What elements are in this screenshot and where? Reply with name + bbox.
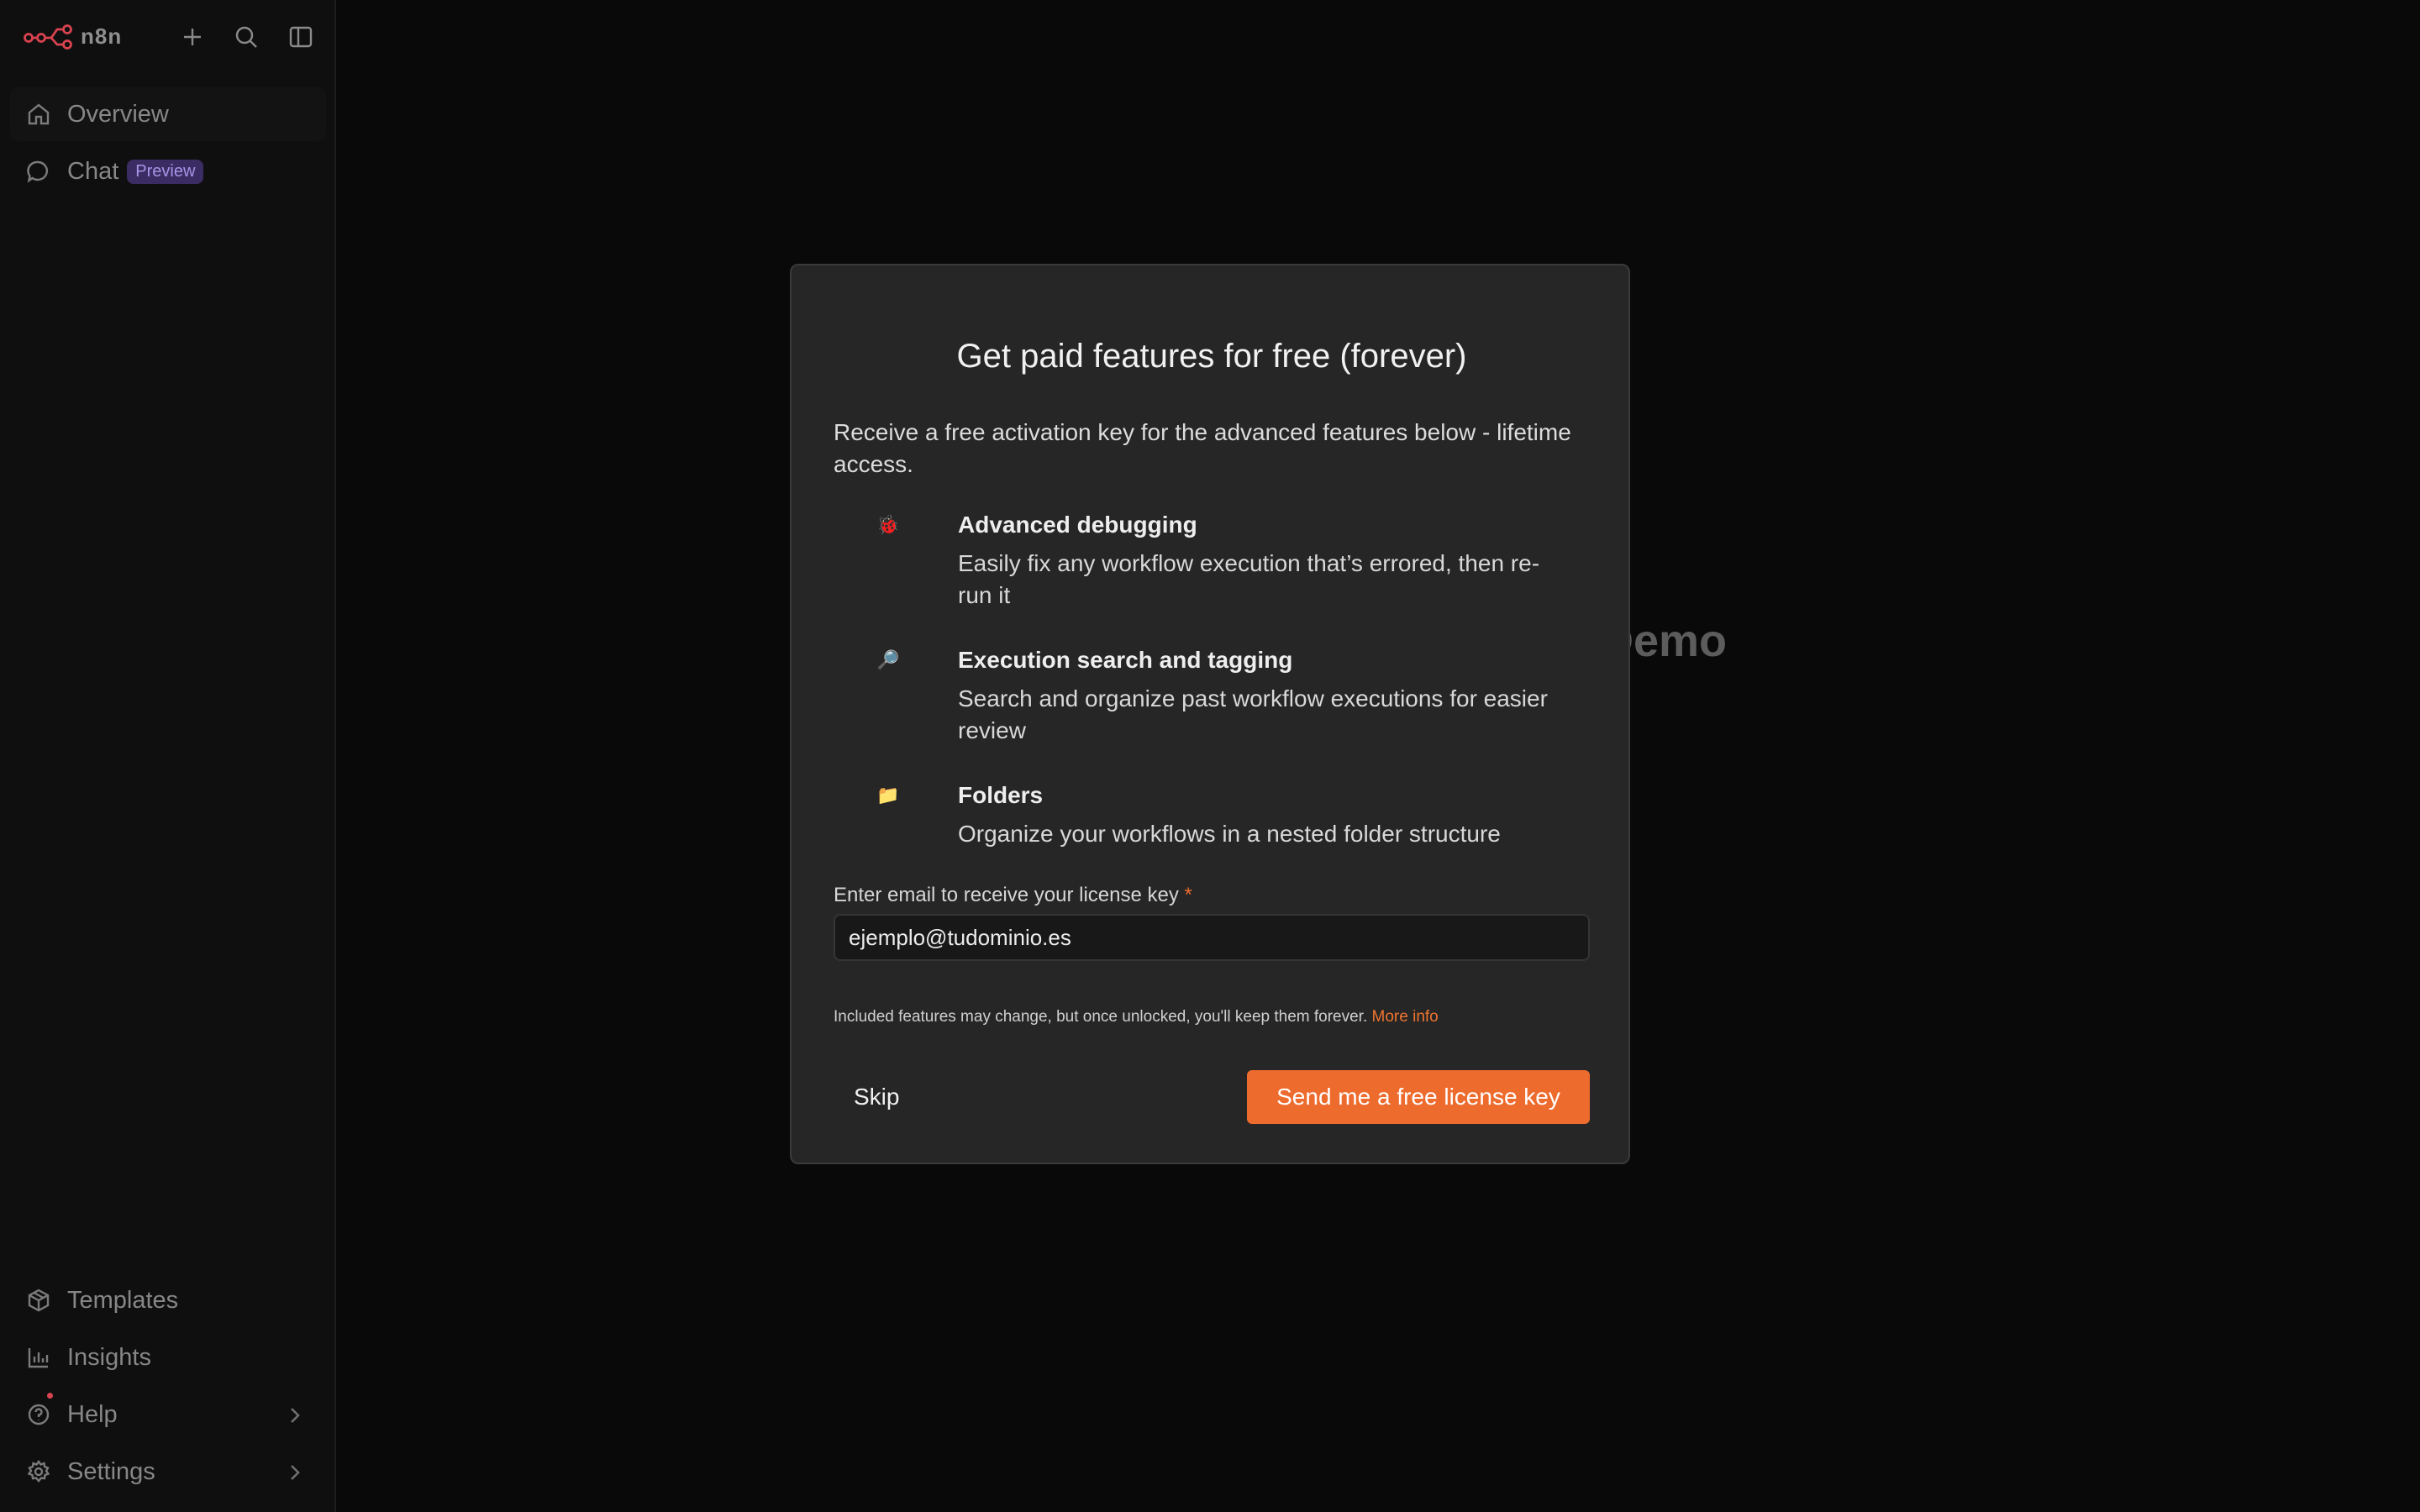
toggle-sidebar-button[interactable]: [284, 20, 318, 54]
feature-title: Folders: [958, 782, 1044, 808]
chevron-right-icon: [286, 1462, 304, 1489]
insights-icon: [24, 1342, 54, 1373]
email-label-text: Enter email to receive your license key: [834, 884, 1179, 906]
sidebar-item-insights[interactable]: Insights: [10, 1331, 326, 1384]
footnote-text: Included features may change, but once u…: [834, 1008, 1368, 1026]
required-marker: *: [1184, 884, 1192, 906]
feature-description: Organize your workflows in a nested fold…: [958, 821, 1501, 847]
chevron-right-icon: [286, 1404, 304, 1432]
help-icon: [24, 1399, 54, 1430]
ladybug-icon: 🐞: [876, 514, 900, 535]
feature-title: Execution search and tagging: [958, 647, 1293, 673]
email-field[interactable]: [834, 914, 1590, 961]
feature-title: Advanced debugging: [958, 512, 1197, 538]
modal-intro: Receive a free activation key for the ad…: [834, 419, 1571, 477]
magnifier-icon: 🔎: [876, 649, 900, 670]
sidebar-header: n8n: [0, 0, 336, 74]
sidebar-item-templates[interactable]: Templates: [10, 1273, 326, 1327]
more-info-link[interactable]: More info: [1372, 1008, 1439, 1026]
sidebar-item-overview[interactable]: Overview: [10, 87, 326, 141]
create-button[interactable]: [176, 20, 209, 54]
search-icon: [235, 26, 257, 48]
app-name: n8n: [81, 24, 123, 49]
footnote: Included features may change, but once u…: [834, 1008, 1439, 1026]
feature-description: Easily fix any workflow execution that’s…: [958, 550, 1540, 608]
templates-icon: [24, 1285, 54, 1315]
folder-icon: 📁: [876, 785, 900, 806]
sidebar-item-settings[interactable]: Settings: [10, 1445, 326, 1499]
preview-badge: Preview: [127, 159, 204, 184]
modal-title: Get paid features for free (forever): [956, 338, 1467, 375]
feature-description: Search and organize past workflow execut…: [958, 685, 1548, 743]
notification-dot: [47, 1393, 53, 1399]
send-license-key-button[interactable]: Send me a free license key: [1247, 1070, 1590, 1124]
sidebar-item-chat[interactable]: Chat Preview: [10, 144, 326, 198]
settings-icon: [24, 1457, 54, 1487]
sidebar-item-label: Help: [67, 1400, 118, 1428]
home-icon: [24, 99, 54, 129]
skip-button[interactable]: Skip: [834, 1070, 919, 1124]
sidebar: n8n Overview Chat Preview Templates Insi…: [0, 0, 336, 1512]
license-key-modal: Get paid features for free (forever) Rec…: [790, 264, 1630, 1164]
plus-icon: [184, 29, 201, 45]
email-field-label: Enter email to receive your license key …: [834, 884, 1192, 907]
sidebar-item-label: Templates: [67, 1286, 179, 1314]
n8n-logo-icon: [24, 24, 72, 50]
sidebar-item-label: Settings: [67, 1457, 155, 1485]
chat-icon: [24, 156, 54, 186]
sidebar-item-label: Overview: [67, 100, 169, 128]
n8n-logo[interactable]: n8n: [24, 24, 122, 50]
sidebar-item-help[interactable]: Help: [10, 1388, 326, 1441]
search-button[interactable]: [229, 20, 263, 54]
sidebar-item-label: Chat: [67, 157, 119, 185]
sidebar-item-label: Insights: [67, 1343, 151, 1371]
sidebar-toggle-icon: [289, 26, 313, 48]
